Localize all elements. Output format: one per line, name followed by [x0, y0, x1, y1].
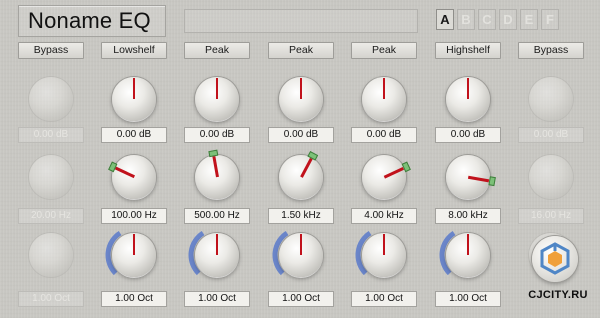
q-knob-6[interactable]: [446, 233, 490, 277]
gain-knob-5[interactable]: [362, 77, 406, 121]
freq-value-4[interactable]: 1.50 kHz: [268, 208, 334, 224]
gain-value-1: 0.00 dB: [18, 127, 84, 143]
knob-pointer: [466, 234, 470, 255]
gain-knob-6[interactable]: [446, 77, 490, 121]
eq-plugin-window: Noname EQ ABCDEF Bypass 0.00 dB 20.00 Hz 1.…: [0, 0, 600, 318]
band-type-button-3[interactable]: Peak: [184, 42, 250, 59]
freq-knob-1: [29, 155, 73, 199]
plugin-title: Noname EQ: [28, 8, 151, 33]
freq-value-6[interactable]: 8.00 kHz: [435, 208, 501, 224]
knob-pointer: [467, 175, 489, 182]
knob-pointer: [299, 78, 303, 99]
q-knob-1: [29, 233, 73, 277]
cube-logo-icon: [540, 242, 570, 275]
freq-value-1: 20.00 Hz: [18, 208, 84, 224]
gain-value-4[interactable]: 0.00 dB: [268, 127, 334, 143]
band-type-button-7[interactable]: Bypass: [518, 42, 584, 59]
knob-tab-marker: [401, 161, 411, 173]
q-knob-5[interactable]: [362, 233, 406, 277]
band-type-button-1[interactable]: Bypass: [18, 42, 84, 59]
gain-value-2[interactable]: 0.00 dB: [101, 127, 167, 143]
knob-tab-marker: [107, 161, 117, 173]
knob-pointer: [114, 166, 135, 179]
band-type-button-6[interactable]: Highshelf: [435, 42, 501, 59]
freq-knob-4[interactable]: [279, 151, 323, 199]
q-knob-4[interactable]: [279, 233, 323, 277]
preset-slot-a[interactable]: A: [436, 9, 454, 30]
preset-slot-e[interactable]: E: [520, 9, 538, 30]
freq-knob-2[interactable]: [107, 155, 156, 199]
preset-slot-c[interactable]: C: [478, 9, 496, 30]
band-type-button-2[interactable]: Lowshelf: [101, 42, 167, 59]
q-knob-3[interactable]: [195, 233, 239, 277]
gain-knob-4[interactable]: [279, 77, 323, 121]
preset-slot-b[interactable]: B: [457, 9, 475, 30]
gain-value-6[interactable]: 0.00 dB: [435, 127, 501, 143]
freq-knob-7: [529, 155, 573, 199]
knob-tab-marker: [207, 149, 218, 158]
freq-knob-5[interactable]: [362, 155, 411, 199]
knob-tab-marker: [487, 176, 496, 187]
preset-slot-bar: ABCDEF: [436, 9, 559, 30]
gain-knob-1: [29, 77, 73, 121]
knob-pointer: [299, 157, 312, 178]
preset-name-display[interactable]: [184, 9, 418, 33]
gain-value-7: 0.00 dB: [518, 127, 584, 143]
q-value-6[interactable]: 1.00 Oct: [435, 291, 501, 307]
knob-pointer: [212, 156, 219, 178]
q-value-2[interactable]: 1.00 Oct: [101, 291, 167, 307]
gain-value-3[interactable]: 0.00 dB: [184, 127, 250, 143]
knob-pointer: [466, 78, 470, 99]
q-value-3[interactable]: 1.00 Oct: [184, 291, 250, 307]
freq-value-5[interactable]: 4.00 kHz: [351, 208, 417, 224]
preset-slot-d[interactable]: D: [499, 9, 517, 30]
q-value-1: 1.00 Oct: [18, 291, 84, 307]
title-box: Noname EQ: [18, 5, 166, 37]
freq-value-3[interactable]: 500.00 Hz: [184, 208, 250, 224]
knob-pointer: [132, 78, 136, 99]
freq-value-2[interactable]: 100.00 Hz: [101, 208, 167, 224]
knob-pointer: [382, 78, 386, 99]
watermark-text: CJCITY.RU: [528, 289, 588, 301]
knob-pointer: [382, 234, 386, 255]
gain-knob-7: [529, 77, 573, 121]
band-type-button-5[interactable]: Peak: [351, 42, 417, 59]
logo: [532, 236, 578, 282]
knob-pointer: [383, 166, 404, 179]
preset-slot-f[interactable]: F: [541, 9, 559, 30]
gain-knob-2[interactable]: [112, 77, 156, 121]
q-value-5[interactable]: 1.00 Oct: [351, 291, 417, 307]
knob-pointer: [215, 234, 219, 255]
q-knob-2[interactable]: [112, 233, 156, 277]
knob-pointer: [215, 78, 219, 99]
knob-pointer: [299, 234, 303, 255]
gain-value-5[interactable]: 0.00 dB: [351, 127, 417, 143]
band-type-button-4[interactable]: Peak: [268, 42, 334, 59]
q-value-4[interactable]: 1.00 Oct: [268, 291, 334, 307]
freq-knob-6[interactable]: [446, 155, 496, 199]
freq-value-7: 16.00 Hz: [518, 208, 584, 224]
freq-knob-3[interactable]: [195, 149, 239, 199]
gain-knob-3[interactable]: [195, 77, 239, 121]
knob-pointer: [132, 234, 136, 255]
